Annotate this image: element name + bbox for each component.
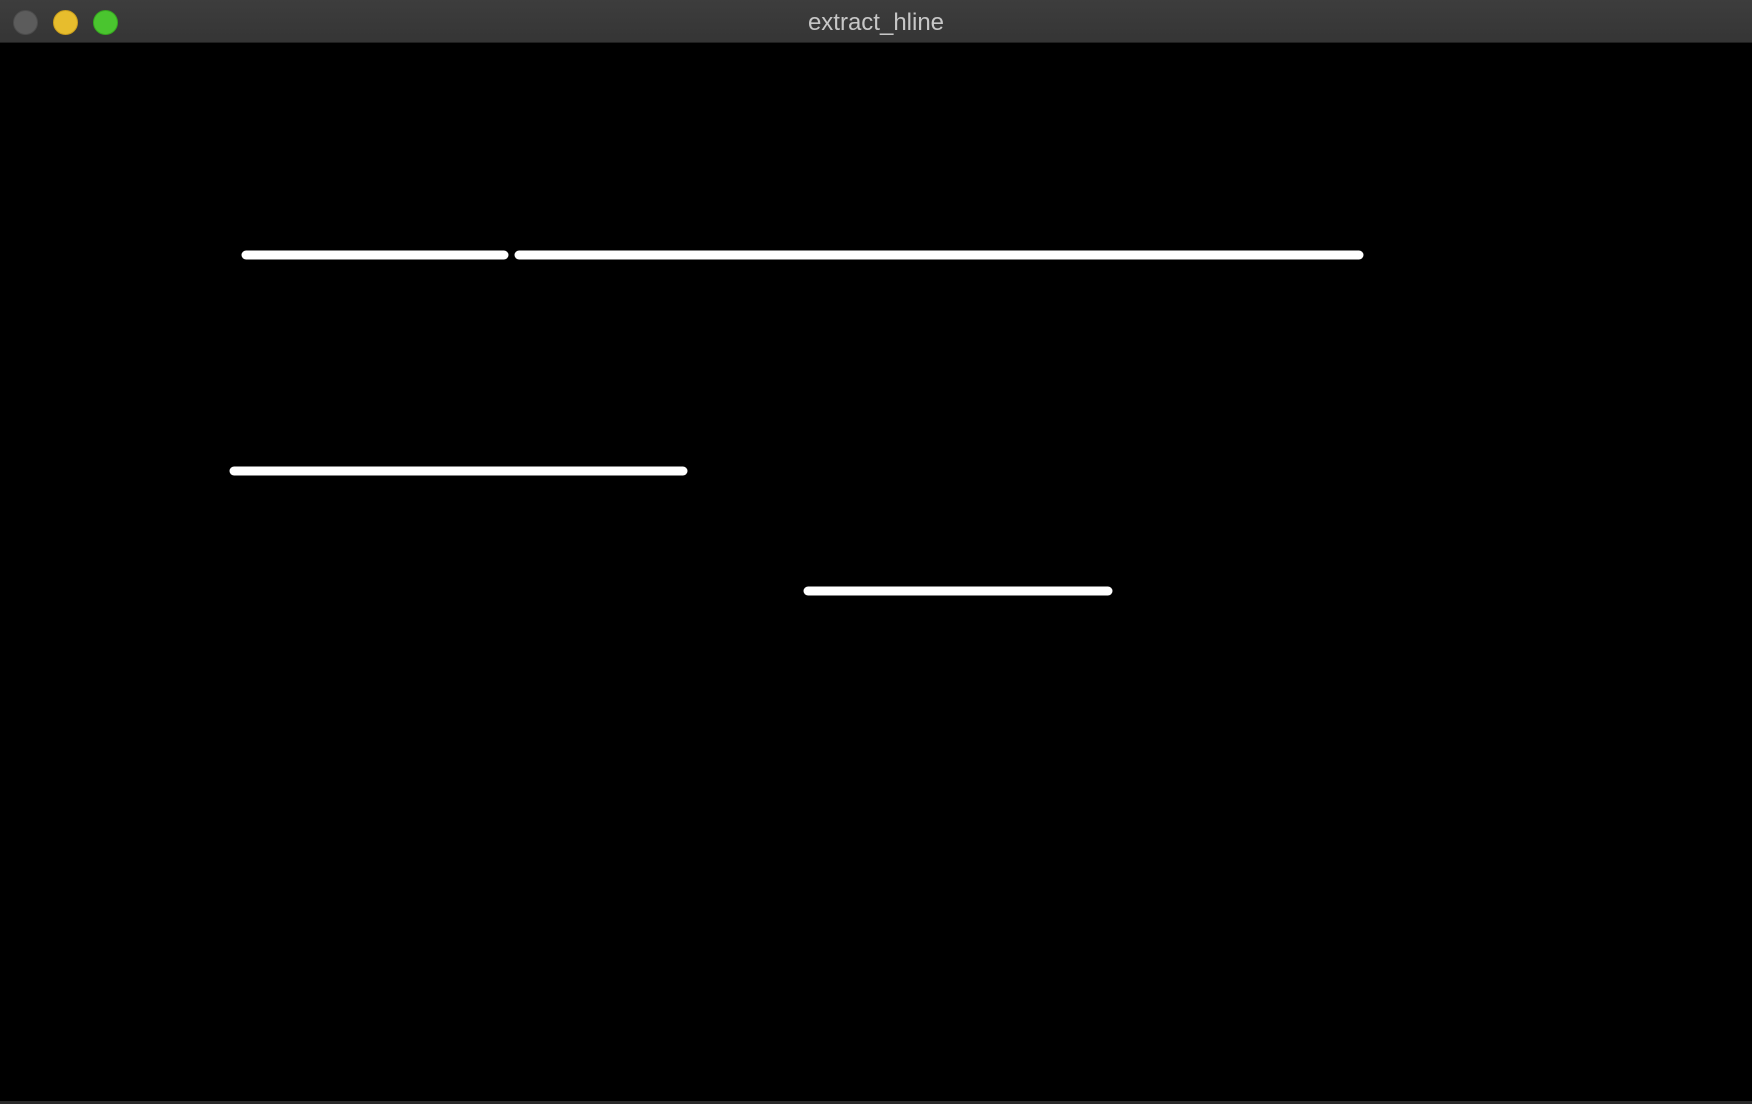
extracted-lines-image xyxy=(229,250,1364,596)
image-window: extract_hline xyxy=(0,0,1752,1104)
window-title: extract_hline xyxy=(807,9,945,36)
image-canvas xyxy=(0,43,1752,1104)
title-bar[interactable]: extract_hline xyxy=(0,0,1752,43)
